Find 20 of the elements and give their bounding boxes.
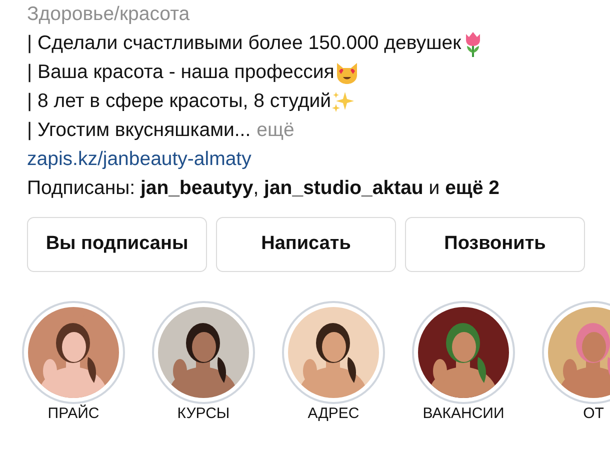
bio-line: | Ваша красота - наша профессия (27, 60, 334, 85)
profile-button[interactable]: Позвонить (405, 217, 585, 272)
sparkles-icon (331, 90, 356, 114)
highlight-label: КУРСЫ (177, 405, 230, 423)
followed-by-text: Подписаны: jan_beautyy, jan_studio_aktau и ещё 2 (27, 176, 500, 201)
highlight-label: ОТ (583, 405, 604, 423)
profile-button[interactable]: Написать (216, 217, 396, 272)
highlight-label: ВАКАНСИИ (422, 405, 504, 423)
highlight-label: АДРЕС (308, 405, 360, 423)
highlight-ring[interactable] (412, 301, 515, 404)
category-label: Здоровье/красота (27, 2, 190, 27)
website-link[interactable]: zapis.kz/janbeauty-almaty (27, 145, 252, 174)
highlight-ring[interactable] (22, 301, 125, 404)
bio-line: | Угостим вкусняшками... (27, 118, 251, 143)
highlight-ring[interactable] (152, 301, 255, 404)
profile-button[interactable]: Вы подписаны (27, 217, 207, 272)
bio-line: | 8 лет в сфере красоты, 8 студий (27, 89, 332, 114)
highlight-ring[interactable] (282, 301, 385, 404)
highlight-label: ПРАЙС (48, 405, 100, 423)
bio-line: | Сделали счастливыми более 150.000 девушек (27, 31, 462, 56)
